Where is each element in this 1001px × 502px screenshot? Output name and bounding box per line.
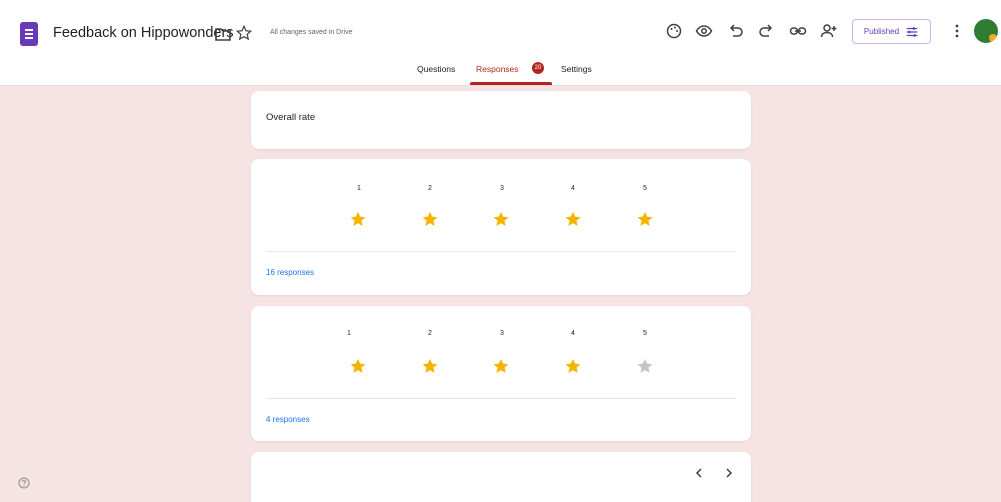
customize-icon [906, 26, 918, 37]
response-summary-card: 1 2 3 4 5 4 responses [251, 306, 751, 441]
rating-star-icon [421, 210, 439, 228]
tab-responses[interactable]: Responses [476, 64, 519, 74]
scale-label: 4 [571, 330, 575, 337]
scale-label: 5 [643, 330, 647, 337]
link-icon[interactable] [789, 22, 807, 40]
tab-settings[interactable]: Settings [561, 64, 592, 74]
scale-label: 2 [428, 330, 432, 337]
account-avatar[interactable] [974, 19, 998, 43]
tab-bar: Questions Responses Settings [0, 58, 1001, 85]
scale-label: 5 [643, 185, 647, 192]
help-icon[interactable] [18, 476, 30, 489]
divider [266, 251, 736, 252]
star-icon[interactable] [235, 24, 253, 42]
question-title-card: Overall rate [251, 91, 751, 149]
document-title[interactable]: Feedback on Hippowonders [53, 25, 234, 41]
rating-star-icon [349, 210, 367, 228]
scale-label: 1 [347, 330, 351, 337]
published-button[interactable]: Published [852, 19, 931, 44]
rating-star-icon [636, 210, 654, 228]
rating-star-icon [492, 357, 510, 375]
response-summary-card: 1 2 3 4 5 16 responses [251, 159, 751, 295]
scale-label: 2 [428, 185, 432, 192]
folder-icon[interactable] [214, 25, 232, 43]
response-count-link[interactable]: 16 responses [266, 268, 314, 277]
redo-icon[interactable] [757, 22, 775, 40]
tab-questions[interactable]: Questions [417, 64, 455, 74]
responses-count-badge: 20 [532, 62, 544, 74]
divider [266, 398, 736, 399]
rating-star-icon [349, 357, 367, 375]
palette-icon[interactable] [665, 22, 683, 40]
published-label: Published [863, 27, 900, 36]
scale-label: 1 [357, 185, 361, 192]
scale-label: 3 [500, 185, 504, 192]
scale-label: 3 [500, 330, 504, 337]
preview-eye-icon[interactable] [695, 22, 713, 40]
undo-icon[interactable] [727, 22, 745, 40]
active-tab-indicator [470, 82, 552, 85]
previous-page-icon[interactable] [693, 466, 705, 480]
forms-app-icon[interactable] [20, 22, 38, 46]
question-title: Overall rate [266, 112, 316, 123]
top-app-bar: Feedback on Hippowonders All changes sav… [0, 0, 1001, 86]
rating-star-icon [421, 357, 439, 375]
save-status: All changes saved in Drive [270, 29, 353, 36]
response-count-link[interactable]: 4 responses [266, 415, 310, 424]
scale-label: 4 [571, 185, 575, 192]
rating-star-icon [564, 210, 582, 228]
rating-star-icon [564, 357, 582, 375]
rating-star-icon [636, 357, 654, 375]
add-collaborator-icon[interactable] [820, 22, 838, 40]
pagination-card [251, 452, 751, 502]
more-vert-icon[interactable] [952, 22, 962, 40]
rating-star-icon [492, 210, 510, 228]
next-page-icon[interactable] [723, 466, 735, 480]
